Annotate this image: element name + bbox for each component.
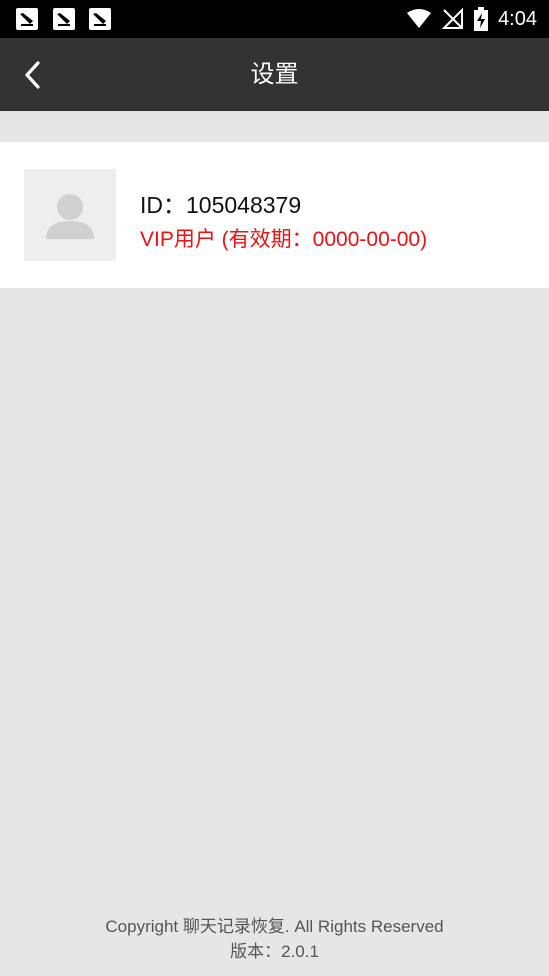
status-bar: 4:04 [0, 0, 549, 38]
status-time: 4:04 [498, 7, 537, 30]
battery-charging-icon [474, 7, 489, 31]
back-arrow-icon [25, 61, 40, 89]
page-title: 设置 [250, 61, 299, 88]
back-button[interactable] [14, 56, 52, 94]
app-bar: 设置 [0, 38, 549, 111]
copyright-text: Copyright 聊天记录恢复. All Rights Reserved [105, 917, 444, 936]
user-id: ID：105048379 [140, 192, 302, 218]
user-avatar-icon [46, 194, 94, 239]
footer: Copyright 聊天记录恢复. All Rights Reserved 版本… [0, 914, 549, 964]
status-icons: 4:04 [406, 0, 537, 38]
vip-status: VIP用户 (有效期：0000-00-00) [140, 228, 428, 251]
wifi-icon [406, 9, 432, 29]
profile-card[interactable]: ID：105048379 VIP用户 (有效期：0000-00-00) [0, 142, 549, 288]
avatar [24, 169, 116, 261]
notification-icon [89, 8, 111, 30]
version-text: 版本：2.0.1 [230, 942, 319, 961]
notification-icon [16, 8, 38, 30]
notification-icon [53, 8, 75, 30]
no-signal-icon [442, 8, 464, 30]
